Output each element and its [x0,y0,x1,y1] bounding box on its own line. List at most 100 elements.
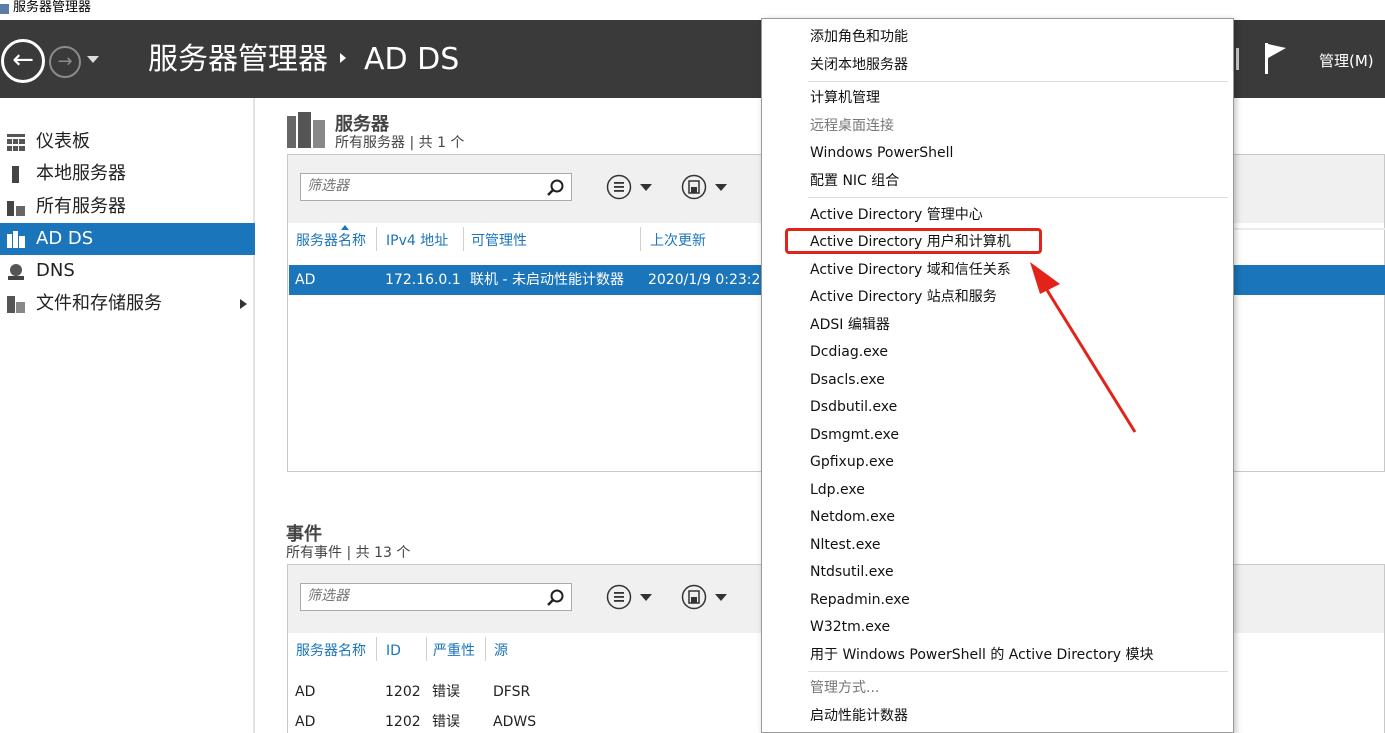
menu-item-ad-sites-services[interactable]: Active Directory 站点和服务 [810,288,997,306]
menu-item-powershell[interactable]: Windows PowerShell [810,144,953,162]
menu-item-remote-desktop[interactable]: 远程桌面连接 [810,117,894,135]
cell-severity: 错误 [432,714,460,730]
menu-item-gpfixup[interactable]: Gpfixup.exe [810,453,894,471]
cell-server: AD [295,684,316,700]
menu-item-start-perf-counters[interactable]: 启动性能计数器 [810,707,908,725]
cell-last-update: 2020/1/9 0:23:2 [648,272,761,288]
server-icon [12,166,19,183]
cell-source: ADWS [493,714,537,730]
cell-source: DFSR [493,684,531,700]
save-query-dropdown-icon[interactable] [715,184,727,191]
menu-item-ad-domains-trusts[interactable]: Active Directory 域和信任关系 [810,261,1011,279]
cell-id: 1202 [385,714,421,730]
column-divider [376,227,377,251]
manage-menu[interactable]: 管理(M) [1319,50,1374,71]
breadcrumb-current: AD DS [364,42,460,77]
menu-item-ldp[interactable]: Ldp.exe [810,481,865,499]
history-dropdown-icon[interactable] [87,56,99,63]
sidebar-item-dns[interactable]: DNS [0,255,255,287]
menu-item-shutdown-local-server[interactable]: 关闭本地服务器 [810,56,908,74]
panel-divider [1233,228,1385,230]
forward-button[interactable]: → [49,46,81,78]
breadcrumb-root[interactable]: 服务器管理器 [148,41,328,79]
sidebar-item-all-servers[interactable]: 所有服务器 [0,191,255,223]
save-query-icon[interactable] [681,174,707,200]
cell-server-name: AD [295,272,316,288]
menu-item-dsdbutil[interactable]: Dsdbutil.exe [810,398,897,416]
servers-filter[interactable] [300,173,572,201]
servers-tile-icon [287,112,325,148]
sidebar-item-ad-ds[interactable]: AD DS [0,223,255,255]
header-divider [1236,48,1239,70]
column-header-server-name[interactable]: 服务器名称 [296,641,366,661]
view-options-icon[interactable] [606,174,632,200]
menu-separator [808,197,1228,198]
app-title: 服务器管理器 [13,0,92,15]
view-options-dropdown-icon[interactable] [640,184,652,191]
sidebar-item-label: 仪表板 [36,131,90,152]
menu-item-ntdsutil[interactable]: Ntdsutil.exe [810,563,894,581]
save-query-icon[interactable] [681,584,707,610]
column-header-last-update[interactable]: 上次更新 [650,231,706,251]
expand-arrow-icon[interactable] [240,299,247,309]
title-bar: 服务器管理器 [0,0,1385,20]
sidebar-item-file-storage[interactable]: 文件和存储服务 [0,288,255,320]
menu-item-nltest[interactable]: Nltest.exe [810,536,881,554]
cell-ipv4: 172.16.0.1 [385,272,461,288]
sidebar-item-local-server[interactable]: 本地服务器 [0,158,255,190]
sidebar-item-label: 本地服务器 [36,163,126,184]
menu-item-nic-teaming[interactable]: 配置 NIC 组合 [810,172,899,190]
column-header-id[interactable]: ID [386,641,401,661]
events-filter[interactable] [300,583,572,611]
column-header-severity[interactable]: 严重性 [433,641,475,661]
servers-icon [7,201,25,216]
menu-item-dsacls[interactable]: Dsacls.exe [810,371,885,389]
sidebar-item-dashboard[interactable]: 仪表板 [0,126,255,158]
column-divider [376,637,377,661]
menu-item-computer-management[interactable]: 计算机管理 [810,89,880,107]
cell-severity: 错误 [432,684,460,700]
sidebar-item-label: AD DS [36,228,94,249]
servers-tile-subtitle: 所有服务器 | 共 1 个 [335,135,465,151]
menu-item-w32tm[interactable]: W32tm.exe [810,618,890,636]
notifications-flag-icon[interactable] [1264,42,1288,74]
column-header-ipv4[interactable]: IPv4 地址 [386,231,448,251]
events-filter-input[interactable] [307,588,537,604]
column-header-server-name[interactable]: 服务器名称 [296,231,366,251]
view-options-icon[interactable] [606,584,632,610]
sidebar-item-label: 所有服务器 [36,196,126,217]
menu-item-manage-as[interactable]: 管理方式... [810,679,879,697]
search-icon[interactable] [547,179,565,197]
highlight-annotation [785,228,1042,254]
column-header-manageability[interactable]: 可管理性 [471,231,527,251]
back-button[interactable]: ← [1,39,45,83]
menu-item-dcdiag[interactable]: Dcdiag.exe [810,343,888,361]
menu-item-netdom[interactable]: Netdom.exe [810,508,895,526]
cell-manageability: 联机 - 未启动性能计数器 [470,272,624,288]
tools-menu: 添加角色和功能 关闭本地服务器 计算机管理 远程桌面连接 Windows Pow… [761,18,1234,733]
column-divider [463,227,464,251]
search-icon[interactable] [547,589,565,607]
column-header-source[interactable]: 源 [494,641,508,661]
servers-filter-input[interactable] [307,178,537,194]
sort-ascending-icon [341,225,349,230]
menu-item-adsi-edit[interactable]: ADSI 编辑器 [810,316,890,334]
dns-icon [8,264,24,280]
sidebar-item-label: DNS [36,260,75,281]
column-divider [485,637,486,661]
menu-item-ad-powershell-module[interactable]: 用于 Windows PowerShell 的 Active Directory… [810,646,1154,664]
breadcrumb-separator-icon [340,53,346,63]
menu-item-dsmgmt[interactable]: Dsmgmt.exe [810,426,899,444]
view-options-dropdown-icon[interactable] [640,594,652,601]
save-query-dropdown-icon[interactable] [715,594,727,601]
file-storage-icon [7,296,25,313]
cell-id: 1202 [385,684,421,700]
sidebar: 仪表板 本地服务器 所有服务器 AD DS DNS 文件和存储服务 [0,98,255,733]
column-divider [426,637,427,661]
ad-ds-icon [7,231,25,248]
annotation-arrow-icon [1030,262,1137,433]
menu-item-add-roles[interactable]: 添加角色和功能 [810,28,908,46]
menu-item-ad-admin-center[interactable]: Active Directory 管理中心 [810,206,983,224]
menu-separator [808,671,1228,672]
menu-item-repadmin[interactable]: Repadmin.exe [810,591,910,609]
